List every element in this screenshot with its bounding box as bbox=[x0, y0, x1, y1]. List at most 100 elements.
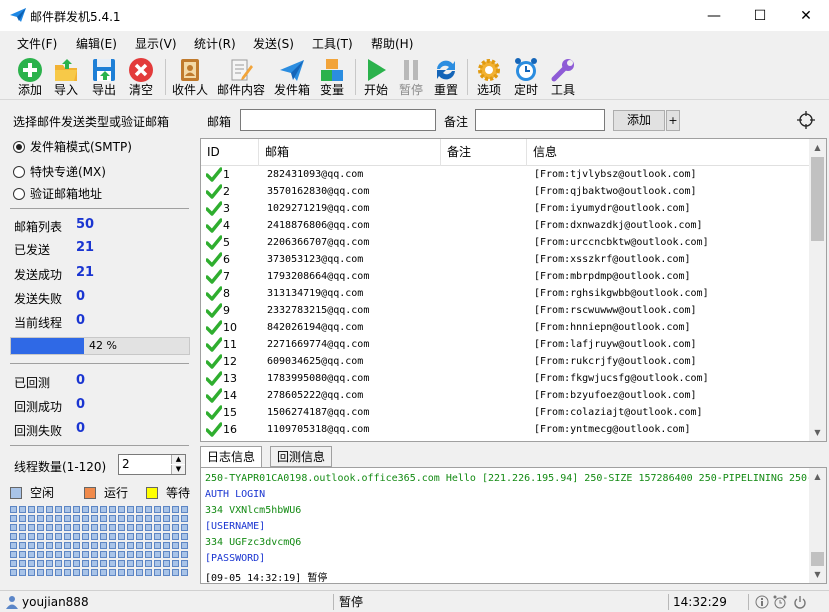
scroll-down-icon[interactable]: ▼ bbox=[809, 566, 826, 583]
tools-button[interactable]: 工具 bbox=[543, 55, 583, 99]
alarm-clock-icon[interactable] bbox=[773, 595, 787, 609]
menu-stats[interactable]: 统计(R) bbox=[194, 35, 236, 52]
thread-cell bbox=[37, 542, 44, 549]
table-row[interactable]: 7 1793208664@qq.com [From:mbrpdmp@outlook.… bbox=[201, 268, 809, 285]
scroll-thumb[interactable] bbox=[811, 552, 824, 566]
table-row[interactable]: 13 1783995080@qq.com [From:fkgwjucsfg@outl… bbox=[201, 370, 809, 387]
cell-id: 12 bbox=[223, 355, 237, 368]
menu-tools[interactable]: 工具(T) bbox=[312, 35, 353, 52]
maximize-button[interactable]: ☐ bbox=[737, 0, 783, 31]
thread-cell bbox=[64, 560, 71, 567]
minimize-button[interactable]: — bbox=[691, 0, 737, 31]
tab-log[interactable]: 日志信息 bbox=[200, 446, 262, 468]
thread-cell bbox=[127, 524, 134, 531]
close-button[interactable]: ✕ bbox=[783, 0, 829, 31]
thread-cell bbox=[82, 524, 89, 531]
thread-cell bbox=[118, 551, 125, 558]
cell-id: 6 bbox=[223, 253, 230, 266]
check-icon bbox=[206, 252, 222, 267]
thread-cell bbox=[64, 542, 71, 549]
add-email-button[interactable]: 添加 bbox=[613, 110, 665, 131]
thread-cell bbox=[172, 569, 179, 576]
table-row[interactable]: 4 2418876806@qq.com [From:dxnwazdkj@outloo… bbox=[201, 217, 809, 234]
table-row[interactable]: 6 373053123@qq.com [From:xsszkrf@outlook.c… bbox=[201, 251, 809, 268]
check-icon bbox=[206, 388, 222, 403]
table-scrollbar[interactable]: ▲ ▼ bbox=[809, 139, 826, 441]
menu-help[interactable]: 帮助(H) bbox=[371, 35, 413, 52]
email-input[interactable] bbox=[240, 109, 436, 131]
scroll-up-icon[interactable]: ▲ bbox=[809, 139, 826, 156]
cell-info: [From:mbrpdmp@outlook.com] bbox=[534, 271, 691, 282]
radio-dot bbox=[13, 165, 25, 178]
table-row[interactable]: 16 1109705318@qq.com [From:yntmecg@outlook… bbox=[201, 421, 809, 438]
table-row[interactable]: 11 2271669774@qq.com [From:lafjruyw@outloo… bbox=[201, 336, 809, 353]
reset-button[interactable]: 重置 bbox=[426, 55, 466, 99]
cell-info: [From:rghsikgwbb@outlook.com] bbox=[534, 288, 709, 299]
note-input[interactable] bbox=[475, 109, 605, 131]
thread-cell bbox=[109, 569, 116, 576]
table-row[interactable]: 2 3570162830@qq.com [From:qjbaktwo@outlook… bbox=[201, 183, 809, 200]
table-row[interactable]: 3 1029271219@qq.com [From:iyumydr@outlook.… bbox=[201, 200, 809, 217]
mode-heading: 选择邮件发送类型或验证邮箱 bbox=[13, 115, 170, 129]
log-line: 334 VXNlcm5hbWU6 bbox=[205, 505, 302, 516]
thread-cell bbox=[181, 551, 188, 558]
mail-content-button[interactable]: 邮件内容 bbox=[217, 55, 265, 99]
column-id[interactable]: ID bbox=[201, 139, 259, 166]
thread-cell bbox=[181, 515, 188, 522]
recipients-button[interactable]: 收件人 bbox=[170, 55, 210, 99]
thread-cell bbox=[154, 569, 161, 576]
menu-edit[interactable]: 编辑(E) bbox=[76, 35, 117, 52]
scroll-down-icon[interactable]: ▼ bbox=[809, 424, 826, 441]
log-scrollbar[interactable]: ▲ ▼ bbox=[809, 468, 826, 583]
thread-cell bbox=[91, 506, 98, 513]
clear-button[interactable]: 清空 bbox=[121, 55, 161, 99]
table-row[interactable]: 9 2332783215@qq.com [From:rscwuwww@outlook… bbox=[201, 302, 809, 319]
thread-cell bbox=[64, 515, 71, 522]
table-row[interactable]: 10 842026194@qq.com [From:hnniepn@outlook.… bbox=[201, 319, 809, 336]
thread-cell bbox=[10, 515, 17, 522]
info-icon[interactable] bbox=[755, 595, 769, 609]
add-more-button[interactable]: + bbox=[666, 110, 680, 131]
thread-cell bbox=[46, 515, 53, 522]
thread-count-stepper[interactable]: 2 ▲ ▼ bbox=[118, 454, 186, 475]
cell-id: 3 bbox=[223, 202, 230, 215]
table-row[interactable]: 15 1506274187@qq.com [From:colaziajt@outlo… bbox=[201, 404, 809, 421]
column-info[interactable]: 信息 bbox=[527, 139, 809, 166]
stepper-up-icon[interactable]: ▲ bbox=[171, 455, 185, 464]
cell-email: 2418876806@qq.com bbox=[267, 220, 370, 231]
menu-send[interactable]: 发送(S) bbox=[253, 35, 294, 52]
menu-file[interactable]: 文件(F) bbox=[17, 35, 57, 52]
thread-cell bbox=[127, 542, 134, 549]
table-row[interactable]: 1 282431093@qq.com [From:tjvlybsz@outlook.… bbox=[201, 166, 809, 183]
scroll-thumb[interactable] bbox=[811, 157, 824, 241]
pause-icon bbox=[404, 60, 418, 80]
table-row[interactable]: 14 278605222@qq.com [From:bzyufoez@outlook… bbox=[201, 387, 809, 404]
crosshair-icon[interactable] bbox=[797, 111, 815, 129]
thread-cell bbox=[163, 560, 170, 567]
stepper-down-icon[interactable]: ▼ bbox=[171, 465, 185, 474]
radio-verify-mode[interactable]: 验证邮箱地址 bbox=[13, 185, 102, 202]
variables-button[interactable]: 变量 bbox=[312, 55, 352, 99]
tab-bounce[interactable]: 回测信息 bbox=[270, 446, 332, 467]
thread-cell bbox=[91, 515, 98, 522]
column-note[interactable]: 备注 bbox=[441, 139, 527, 166]
scroll-up-icon[interactable]: ▲ bbox=[809, 468, 826, 485]
menu-view[interactable]: 显示(V) bbox=[135, 35, 177, 52]
cell-email: 609034625@qq.com bbox=[267, 356, 364, 367]
thread-cell bbox=[136, 515, 143, 522]
table-row[interactable]: 8 313134719@qq.com [From:rghsikgwbb@outloo… bbox=[201, 285, 809, 302]
radio-smtp-mode[interactable]: 发件箱模式(SMTP) bbox=[13, 138, 132, 155]
thread-count-value[interactable]: 2 bbox=[122, 457, 130, 471]
table-row[interactable]: 5 2206366707@qq.com [From:urccncbktw@outlo… bbox=[201, 234, 809, 251]
divider bbox=[10, 208, 189, 209]
thread-cell bbox=[64, 533, 71, 540]
power-icon[interactable] bbox=[793, 595, 807, 609]
thread-cell bbox=[145, 569, 152, 576]
column-email[interactable]: 邮箱 bbox=[259, 139, 441, 166]
thread-cell bbox=[172, 524, 179, 531]
table-row[interactable]: 12 609034625@qq.com [From:rukcrjfy@outlook… bbox=[201, 353, 809, 370]
radio-mx-mode[interactable]: 特快专递(MX) bbox=[13, 163, 106, 180]
menu-bar: 文件(F) 编辑(E) 显示(V) 统计(R) 发送(S) 工具(T) 帮助(H… bbox=[0, 31, 829, 53]
cell-info: [From:rukcrjfy@outlook.com] bbox=[534, 356, 697, 367]
thread-cell bbox=[64, 551, 71, 558]
